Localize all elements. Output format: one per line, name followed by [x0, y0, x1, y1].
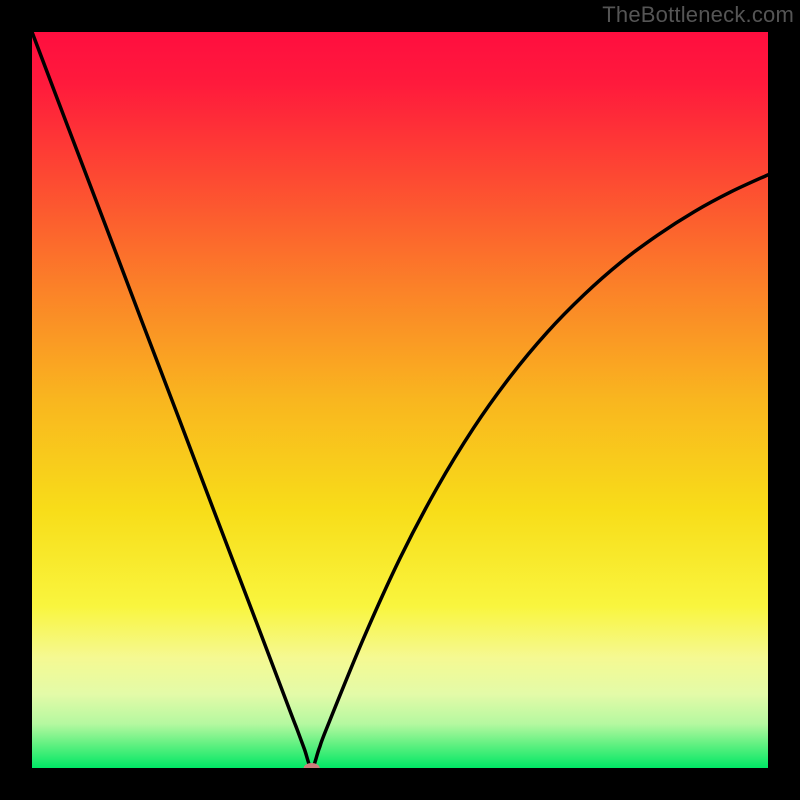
- plot-area: [32, 32, 768, 768]
- chart-svg: [32, 32, 768, 768]
- chart-frame: TheBottleneck.com: [0, 0, 800, 800]
- watermark-text: TheBottleneck.com: [602, 2, 794, 28]
- gradient-background: [32, 32, 768, 768]
